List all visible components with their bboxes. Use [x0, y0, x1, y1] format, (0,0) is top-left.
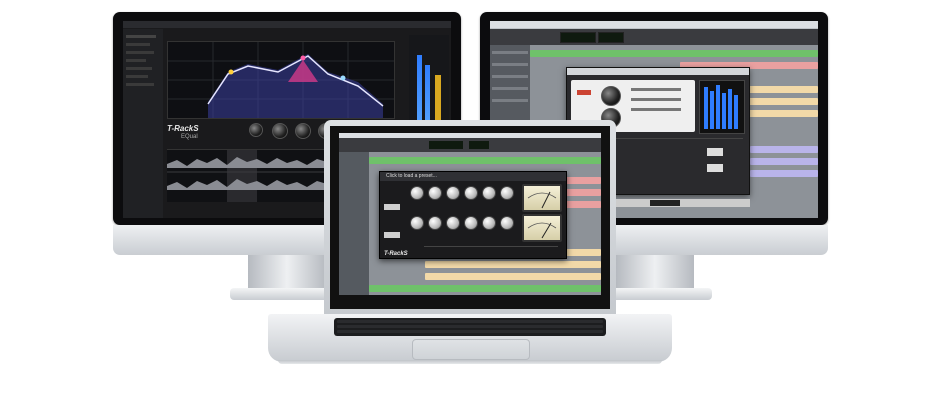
- plugin-big-knob-1[interactable]: [601, 86, 621, 106]
- comp-knob-3[interactable]: [446, 186, 460, 200]
- laptop-track-headers: [339, 152, 369, 295]
- keyboard[interactable]: [334, 318, 606, 336]
- comp-knob-2[interactable]: [428, 186, 442, 200]
- brand-logo-text: T-RackS: [167, 124, 199, 133]
- comp-knob-11[interactable]: [482, 216, 496, 230]
- counter-display: [560, 32, 596, 43]
- plugin-logo: T-RackS: [384, 242, 420, 257]
- comp-knob-9[interactable]: [446, 216, 460, 230]
- preset-browser-panel: [123, 29, 163, 218]
- laptop-plugin-window[interactable]: Click to load a preset... T-RackS: [379, 171, 567, 259]
- gain-fader[interactable]: [435, 75, 441, 125]
- eq-knob-1[interactable]: [249, 123, 263, 137]
- brand-sublabel: EQual: [181, 134, 198, 140]
- level-meter-right: [425, 65, 430, 125]
- plugin-meter-bank: [699, 80, 745, 134]
- preset-prompt-label: Click to load a preset...: [386, 173, 437, 179]
- comp-knob-5[interactable]: [482, 186, 496, 200]
- laptop: Click to load a preset... T-RackS: [268, 120, 672, 370]
- trackpad[interactable]: [412, 339, 530, 360]
- comp-knob-4[interactable]: [464, 186, 478, 200]
- laptop-screen: Click to load a preset... T-RackS: [339, 133, 601, 295]
- comp-knob-7[interactable]: [410, 216, 424, 230]
- vu-meter-bottom: [522, 214, 562, 242]
- level-meter-left: [417, 55, 422, 125]
- comp-knob-6[interactable]: [500, 186, 514, 200]
- eq-curve-display[interactable]: [167, 41, 395, 119]
- comp-knob-10[interactable]: [464, 216, 478, 230]
- comp-knob-1[interactable]: [410, 186, 424, 200]
- comp-knob-8[interactable]: [428, 216, 442, 230]
- daw-transport-bar: [490, 29, 818, 45]
- plugin-logo-text: T-RackS: [384, 251, 408, 257]
- vu-meter-top: [522, 184, 562, 212]
- comp-knob-12[interactable]: [500, 216, 514, 230]
- t-racks-logo: T-RackS EQual: [167, 125, 207, 141]
- preset-prompt[interactable]: Click to load a preset...: [380, 172, 566, 181]
- eq-curve-graph: [168, 42, 394, 118]
- laptop-transport-bar: [339, 138, 601, 152]
- laptop-lid: Click to load a preset... T-RackS: [324, 120, 616, 314]
